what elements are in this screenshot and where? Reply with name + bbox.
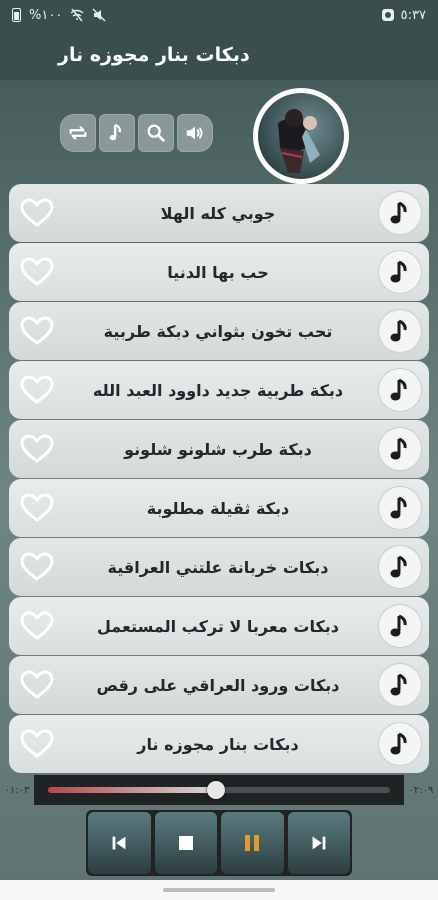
volume-icon [186, 126, 203, 140]
header-area [0, 80, 438, 184]
clock: ٥:٣٧ [400, 7, 426, 23]
favorite-heart-icon[interactable] [17, 665, 57, 705]
music-note-icon[interactable] [379, 369, 421, 411]
song-item[interactable]: دبكة ثقيلة مطلوبة [9, 479, 429, 537]
music-note-icon[interactable] [379, 487, 421, 529]
song-title: دبكة طرب شلونو شلونو [124, 439, 312, 459]
song-item[interactable]: حب بها الدنيا [9, 243, 429, 301]
song-title: دبكات بنار مجوزه نار [137, 734, 299, 754]
player-controls [86, 810, 352, 876]
music-note-icon [109, 123, 121, 141]
favorite-heart-icon[interactable] [17, 488, 57, 528]
music-note-icon[interactable] [379, 664, 421, 706]
app-title-bar: دبكات بنار مجوزه نار [0, 30, 438, 80]
music-button[interactable] [99, 114, 135, 152]
search-icon [147, 124, 165, 142]
next-icon [312, 836, 326, 850]
song-title: تحب تخون بثواني دبكة طربية [103, 321, 333, 341]
song-title: جوبي كله الهلا [160, 203, 276, 223]
previous-icon [112, 836, 126, 850]
seek-line [48, 781, 390, 799]
pause-button[interactable] [221, 812, 284, 874]
notification-icon [381, 9, 394, 21]
song-title: دبكة ثقيلة مطلوبة [146, 498, 290, 518]
stop-icon [178, 836, 193, 850]
seek-fill [48, 787, 216, 793]
album-avatar [253, 88, 349, 184]
song-title: دبكات معربا لا تركب المستعمل [97, 616, 339, 636]
song-title: دبكات خربانة علتني العراقية [107, 557, 329, 577]
song-item[interactable]: تحب تخون بثواني دبكة طربية [9, 302, 429, 360]
song-item[interactable]: دبكات خربانة علتني العراقية [9, 538, 429, 596]
favorite-heart-icon[interactable] [17, 429, 57, 469]
music-note-icon[interactable] [379, 605, 421, 647]
seek-bar[interactable] [34, 775, 404, 805]
favorite-heart-icon[interactable] [17, 252, 57, 292]
progress-area: ٠١:٠٣ ٠٢:٠٩ [0, 774, 438, 806]
next-button[interactable] [287, 812, 350, 874]
song-list: جوبي كله الهلا حب بها الدنيا تحب تخون بثوا… [9, 184, 429, 774]
favorite-heart-icon[interactable] [17, 370, 57, 410]
battery-percent: %١٠٠ [29, 7, 63, 23]
app-title: دبكات بنار مجوزه نار [58, 44, 250, 66]
song-title: حب بها الدنيا [167, 262, 269, 282]
song-item[interactable]: جوبي كله الهلا [9, 184, 429, 242]
toolbar [60, 114, 214, 152]
music-note-icon[interactable] [379, 546, 421, 588]
volume-button[interactable] [177, 114, 213, 152]
search-button[interactable] [138, 114, 174, 152]
favorite-heart-icon[interactable] [17, 311, 57, 351]
status-right: ٥:٣٧ [381, 8, 426, 23]
wifi-off-icon [70, 8, 84, 22]
navigation-bar [0, 880, 438, 900]
status-left: %١٠٠ [12, 8, 106, 23]
music-note-icon[interactable] [379, 192, 421, 234]
song-item[interactable]: دبكة طرب شلونو شلونو [9, 420, 429, 478]
music-note-icon[interactable] [379, 723, 421, 765]
duration-time: ٠٢:٠٩ [408, 784, 434, 796]
song-item[interactable]: دبكات بنار مجوزه نار [9, 715, 429, 773]
home-indicator[interactable] [163, 888, 275, 892]
song-item[interactable]: دبكات ورود العراقي على رقص [9, 656, 429, 714]
song-title: دبكات ورود العراقي على رقص [96, 675, 340, 695]
favorite-heart-icon[interactable] [17, 547, 57, 587]
music-note-icon[interactable] [379, 251, 421, 293]
status-bar: %١٠٠ ٥:٣٧ [0, 0, 438, 30]
pause-icon [245, 835, 260, 851]
repeat-button[interactable] [60, 114, 96, 152]
repeat-icon [69, 126, 87, 140]
stop-button[interactable] [154, 812, 217, 874]
favorite-heart-icon[interactable] [17, 724, 57, 764]
album-art-image [258, 93, 344, 179]
favorite-heart-icon[interactable] [17, 193, 57, 233]
song-item[interactable]: دبكات معربا لا تركب المستعمل [9, 597, 429, 655]
elapsed-time: ٠١:٠٣ [4, 784, 30, 796]
music-note-icon[interactable] [379, 428, 421, 470]
music-note-icon[interactable] [379, 310, 421, 352]
battery-icon [12, 8, 21, 22]
favorite-heart-icon[interactable] [17, 606, 57, 646]
mute-icon [92, 8, 106, 22]
album-art-illustration [278, 109, 320, 173]
song-title: دبكة طربية جديد داوود العبد الله [92, 380, 344, 400]
seek-thumb[interactable] [206, 781, 225, 799]
song-item[interactable]: دبكة طربية جديد داوود العبد الله [9, 361, 429, 419]
previous-button[interactable] [88, 812, 151, 874]
